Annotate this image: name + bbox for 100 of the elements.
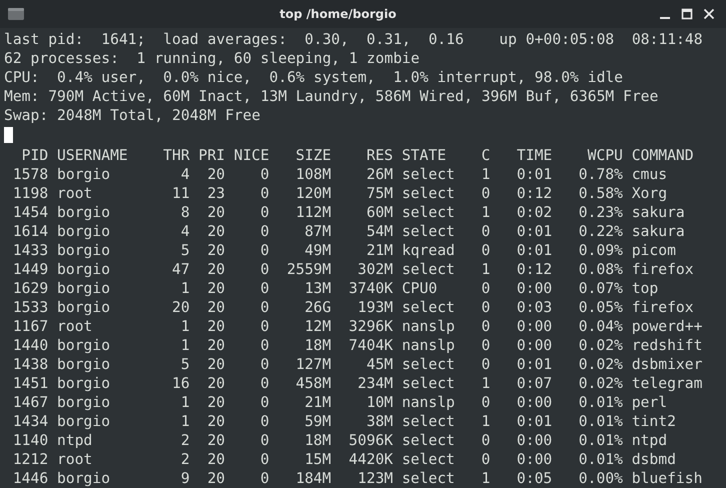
table-cell-text: 1440 bbox=[12, 336, 48, 355]
table-cell-text: firefox bbox=[630, 260, 695, 279]
table-cell-text: 20 bbox=[206, 203, 226, 222]
table-cell-text: select bbox=[400, 374, 455, 393]
table-cell-text: 21M bbox=[304, 393, 332, 412]
table-cell-text: 1451 bbox=[12, 374, 48, 393]
table-cell-text: 1 bbox=[480, 165, 490, 184]
table-cell-text: 0 bbox=[259, 165, 270, 184]
table-cell-text: dsbmixer bbox=[630, 355, 704, 374]
table-cell-text: 1629 bbox=[12, 279, 48, 298]
table-cell-text: 1 bbox=[180, 317, 190, 336]
table-cell-text: borgio bbox=[56, 165, 112, 184]
table-cell-text: 0.01% bbox=[578, 393, 623, 412]
table-cell-text: select bbox=[400, 203, 455, 222]
table-cell-text: 38M bbox=[365, 412, 394, 431]
table-cell-text: select bbox=[400, 165, 455, 184]
table-cell-text: select bbox=[400, 450, 455, 469]
table-cell-text: 1 bbox=[480, 412, 490, 431]
table-cell-text: 0:07 bbox=[516, 374, 552, 393]
table-cell-text: borgio bbox=[56, 374, 112, 393]
table-cell-text: 1198 bbox=[12, 184, 48, 203]
table-cell-text: 458M bbox=[294, 374, 332, 393]
column-header: WCPU bbox=[586, 146, 623, 165]
table-cell-text: 0.02% bbox=[578, 374, 623, 393]
table-cell-text: 23 bbox=[206, 184, 226, 203]
table-cell-text: 2559M bbox=[286, 260, 332, 279]
table-cell-text: 1 bbox=[480, 374, 490, 393]
table-cell-text: sakura bbox=[630, 222, 686, 241]
table-cell-text: 20 bbox=[206, 279, 226, 298]
column-header: RES bbox=[365, 146, 394, 165]
table-cell-text: powerd++ bbox=[630, 317, 704, 336]
column-header: STATE bbox=[400, 146, 448, 165]
text-cursor bbox=[4, 127, 13, 143]
table-cell-text: 60M bbox=[365, 203, 394, 222]
table-cell-text: 0.00% bbox=[578, 469, 623, 488]
table-cell-text: 45M bbox=[365, 355, 394, 374]
table-cell-text: 26G bbox=[304, 298, 332, 317]
table-cell-text: 1454 bbox=[12, 203, 48, 222]
table-cell-text: 3740K bbox=[348, 279, 394, 298]
table-cell-text: 20 bbox=[206, 393, 226, 412]
table-cell-text: 18M bbox=[304, 431, 332, 450]
table-cell-text: 0 bbox=[480, 184, 490, 203]
table-cell-text: 0 bbox=[480, 241, 490, 260]
column-header: PRI bbox=[198, 146, 226, 165]
table-cell-text: 0 bbox=[259, 298, 270, 317]
maximize-icon bbox=[681, 8, 693, 20]
table-cell-text: 0 bbox=[259, 260, 270, 279]
table-cell-text: 20 bbox=[206, 355, 226, 374]
minimize-icon bbox=[660, 17, 670, 19]
table-cell-text: 21M bbox=[365, 241, 394, 260]
table-cell-text: 0.02% bbox=[578, 336, 623, 355]
table-cell-text: dsbmd bbox=[630, 450, 677, 469]
table-cell-text: 47 bbox=[170, 260, 190, 279]
summary-line: last pid: 1641; load averages: 0.30, 0.31, 0.16 up 0+00:05:08 08:11:48 bbox=[4, 31, 703, 48]
table-cell-text: select bbox=[400, 222, 455, 241]
table-cell-text: 7404K bbox=[348, 336, 394, 355]
table-cell-text: 0 bbox=[259, 469, 270, 488]
table-cell-text: 0:01 bbox=[516, 412, 552, 431]
table-cell-text: 123M bbox=[356, 469, 394, 488]
table-cell-text: 0.05% bbox=[578, 298, 623, 317]
column-header: THR bbox=[163, 146, 190, 165]
table-cell-text: 0 bbox=[259, 279, 270, 298]
summary-line: CPU: 0.4% user, 0.0% nice, 0.6% system, 1.0% interrupt, 98.0% idle bbox=[4, 69, 623, 86]
summary-line: Swap: 2048M Total, 2048M Free bbox=[4, 107, 260, 124]
table-cell-text: picom bbox=[630, 241, 677, 260]
table-cell-text: 0:01 bbox=[516, 165, 552, 184]
table-cell-text: 0 bbox=[480, 222, 490, 241]
table-cell-text: 1578 bbox=[12, 165, 48, 184]
table-cell-text: borgio bbox=[56, 298, 112, 317]
table-cell-text: 1212 bbox=[12, 450, 48, 469]
table-cell-text: select bbox=[400, 260, 455, 279]
table-cell-text: borgio bbox=[56, 412, 112, 431]
table-cell-text: 0:12 bbox=[516, 260, 552, 279]
table-cell-text: 1 bbox=[480, 203, 490, 222]
table-cell-text: 5096K bbox=[348, 431, 394, 450]
table-cell-text: borgio bbox=[56, 203, 112, 222]
table-cell-text: 20 bbox=[206, 260, 226, 279]
table-cell-text: 0 bbox=[480, 317, 490, 336]
table-cell-text: 0 bbox=[480, 431, 490, 450]
table-cell-text: 4 bbox=[180, 222, 190, 241]
table-cell-text: borgio bbox=[56, 393, 112, 412]
table-cell-text: 1433 bbox=[12, 241, 48, 260]
table-cell-text: 59M bbox=[304, 412, 332, 431]
table-cell-text: 0 bbox=[259, 184, 270, 203]
table-cell-text: 0:01 bbox=[516, 241, 552, 260]
table-cell-text: 120M bbox=[294, 184, 332, 203]
column-header: C bbox=[480, 146, 490, 165]
column-header: PID bbox=[20, 146, 48, 165]
table-cell-text: select bbox=[400, 412, 455, 431]
table-cell-text: 1449 bbox=[12, 260, 48, 279]
table-cell-text: root bbox=[56, 450, 94, 469]
table-cell-text: 1434 bbox=[12, 412, 48, 431]
table-cell-text: 1467 bbox=[12, 393, 48, 412]
table-cell-text: 0.22% bbox=[578, 222, 623, 241]
column-header: TIME bbox=[516, 146, 552, 165]
table-cell-text: tint2 bbox=[630, 412, 677, 431]
table-cell-text: 234M bbox=[356, 374, 394, 393]
table-cell-text: 0.08% bbox=[578, 260, 623, 279]
table-cell-text: 15M bbox=[304, 450, 332, 469]
table-cell-text: 193M bbox=[356, 298, 394, 317]
